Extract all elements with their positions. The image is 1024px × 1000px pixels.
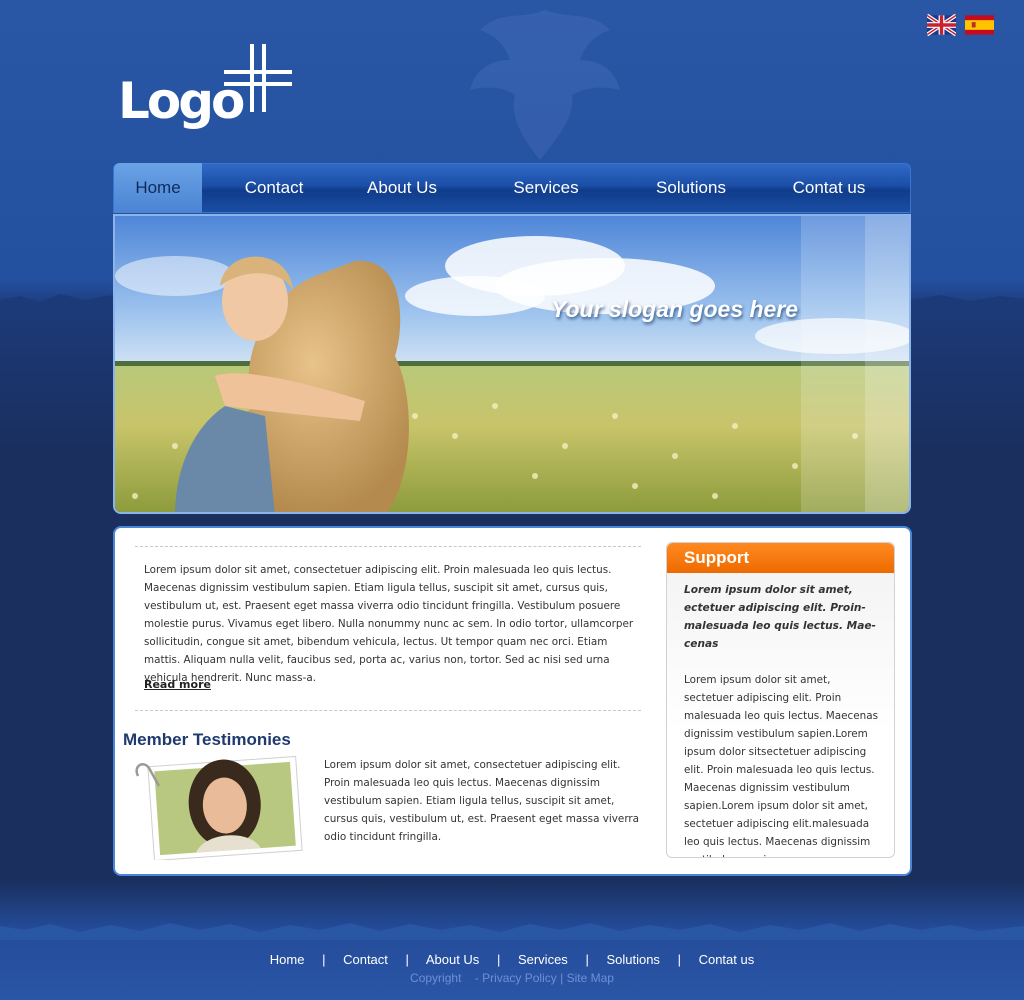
nav-about-us[interactable]: About Us	[346, 163, 458, 213]
logo-cross-icon	[224, 44, 292, 112]
footer-link-contact[interactable]: Contact	[343, 952, 388, 967]
footer-copyright: Copyright - Privacy Policy | Site Map	[0, 971, 1024, 985]
footer-navigation: Home | Contact | About Us | Services | S…	[0, 952, 1024, 967]
background-eagle-emblem	[470, 10, 620, 160]
footer-link-about-us[interactable]: About Us	[426, 952, 479, 967]
copyright-text: Copyright	[410, 971, 462, 985]
footer-link-services[interactable]: Services	[518, 952, 568, 967]
intro-section: Lorem ipsum dolor sit amet, consectetuer…	[135, 546, 641, 711]
hero-banner: Your slogan goes here	[113, 214, 911, 514]
footer-separator: |	[405, 952, 409, 967]
footer-separator: |	[585, 952, 589, 967]
background-torn-edge-bottom	[0, 923, 1024, 940]
footer-separator: |	[322, 952, 326, 967]
privacy-policy-link[interactable]: - Privacy Policy	[475, 971, 557, 985]
nav-contact[interactable]: Contact	[202, 163, 346, 213]
footer-link-home[interactable]: Home	[270, 952, 305, 967]
support-box: Support Lorem ipsum dolor sit amet, ecte…	[666, 542, 895, 858]
nav-services[interactable]: Services	[458, 163, 634, 213]
site-map-link[interactable]: Site Map	[567, 971, 614, 985]
testimonies-heading: Member Testimonies	[123, 730, 291, 749]
main-navigation: Home Contact About Us Services Solutions…	[113, 163, 911, 213]
footer-copy-separator: |	[560, 971, 564, 985]
hero-banner-image	[115, 216, 909, 512]
read-more-link[interactable]: Read more	[144, 678, 211, 691]
nav-contact-us[interactable]: Contat us	[748, 163, 910, 213]
footer-link-solutions[interactable]: Solutions	[606, 952, 659, 967]
spain-flag-icon[interactable]	[965, 12, 994, 38]
testimony-photo	[135, 756, 303, 860]
site-logo[interactable]: Logo	[118, 40, 298, 135]
language-switcher	[927, 12, 994, 38]
banner-slogan: Your slogan goes here	[551, 296, 799, 322]
intro-paragraph: Lorem ipsum dolor sit amet, consectetuer…	[144, 564, 634, 684]
footer-separator: |	[496, 952, 501, 967]
main-content: Lorem ipsum dolor sit amet, consectetuer…	[113, 526, 912, 876]
nav-solutions[interactable]: Solutions	[634, 163, 748, 213]
testimony-paragraph: Lorem ipsum dolor sit amet, consectetuer…	[324, 759, 640, 843]
footer-separator: |	[677, 952, 681, 967]
support-lead-text: Lorem ipsum dolor sit amet, ectetuer adi…	[684, 584, 876, 650]
support-body-text: Lorem ipsum dolor sit amet, sectetuer ad…	[684, 674, 878, 857]
uk-flag-icon[interactable]	[927, 12, 956, 38]
nav-home[interactable]: Home	[114, 163, 202, 213]
support-heading: Support	[667, 543, 894, 573]
footer-link-contact-us[interactable]: Contat us	[699, 952, 755, 967]
